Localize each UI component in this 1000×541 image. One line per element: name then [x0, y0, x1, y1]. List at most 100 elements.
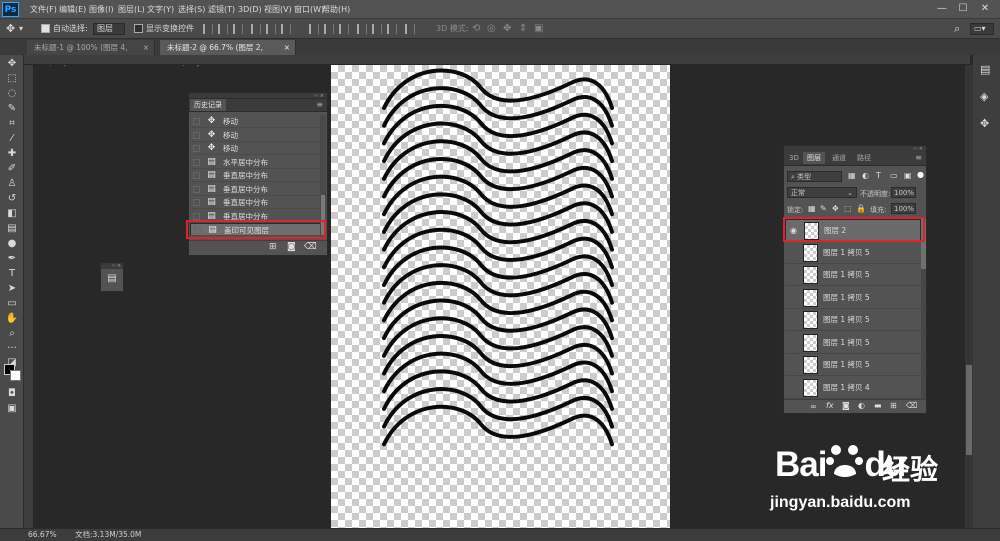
panel-history-icon[interactable]: ▤	[980, 63, 990, 76]
marquee-tool-icon[interactable]: ⬚	[5, 72, 19, 85]
move-tool-icon[interactable]: ✥	[6, 19, 15, 39]
trash-icon[interactable]: ⌫	[304, 242, 317, 252]
menu-3d[interactable]: 3D(D)	[238, 0, 262, 19]
visibility-toggle[interactable]	[789, 339, 798, 347]
layers-scrollbar[interactable]	[921, 219, 926, 399]
layer-row[interactable]: 图层 1 拷贝 5	[785, 264, 921, 286]
panel-menu-icon[interactable]: ≡	[915, 153, 922, 162]
3d-roll-icon[interactable]: ◎	[487, 19, 496, 39]
menu-edit[interactable]: 编辑(E)	[59, 0, 86, 19]
layer-style-icon[interactable]: fx	[826, 401, 834, 410]
3d-rotate-icon[interactable]: ⟲	[472, 19, 480, 39]
clone-stamp-tool-icon[interactable]: ♙	[5, 177, 19, 190]
menu-file[interactable]: 文件(F)	[30, 0, 57, 19]
opacity-input[interactable]: 100%	[891, 187, 916, 198]
panel-adjustments-icon[interactable]: ✥	[980, 117, 989, 130]
filter-shape-icon[interactable]: ▭	[890, 171, 898, 180]
close-window-button[interactable]: ✕	[977, 2, 993, 16]
distribute-vcenter-icon[interactable]	[324, 24, 334, 34]
3d-scale-icon[interactable]: ▣	[534, 19, 543, 39]
layer-row[interactable]: 图层 1 拷贝 4	[785, 377, 921, 399]
layer-row[interactable]: 图层 1 拷贝 5	[785, 242, 921, 264]
search-icon[interactable]: ⌕	[954, 19, 960, 39]
layer-filter-dropdown[interactable]: ⌕ 类型	[787, 171, 842, 182]
history-source-checkbox[interactable]	[193, 185, 200, 193]
filter-type-icon[interactable]: T	[876, 171, 881, 180]
align-hcenter-icon[interactable]	[266, 24, 276, 34]
lock-all-icon[interactable]: 🔒	[856, 204, 866, 213]
history-source-checkbox[interactable]	[193, 172, 200, 179]
new-group-icon[interactable]: ▬	[874, 401, 882, 410]
history-item[interactable]: ▤ 垂直居中分布	[190, 183, 321, 196]
align-right-icon[interactable]	[281, 24, 291, 34]
history-panel-icon[interactable]: ▤	[101, 273, 123, 284]
align-top-icon[interactable]	[203, 24, 213, 34]
distribute-bottom-icon[interactable]	[339, 24, 349, 34]
align-bottom-icon[interactable]	[233, 24, 243, 34]
new-document-from-state-icon[interactable]: ⊞	[269, 242, 277, 252]
visibility-toggle[interactable]	[789, 316, 798, 324]
tab-channels[interactable]: 通道	[828, 152, 850, 164]
chevron-down-icon[interactable]: ▾	[19, 19, 23, 39]
new-layer-icon[interactable]: ⊞	[890, 401, 897, 410]
brush-tool-icon[interactable]: ✐	[5, 162, 19, 175]
dodge-tool-icon[interactable]: ●	[5, 237, 19, 250]
adjustment-layer-icon[interactable]: ◐	[858, 401, 865, 410]
auto-select-checkbox[interactable]	[41, 24, 50, 33]
minimize-button[interactable]: —	[934, 2, 950, 16]
lasso-tool-icon[interactable]: ◌	[5, 87, 19, 100]
panel-menu-icon[interactable]: ≡	[316, 100, 323, 109]
blend-mode-dropdown[interactable]: 正常 ⌄	[787, 187, 857, 198]
layer-row[interactable]: 图层 1 拷贝 5	[785, 309, 921, 331]
visibility-toggle[interactable]	[789, 361, 798, 369]
distribute-hcenter-icon[interactable]	[372, 24, 382, 34]
tab-document-2-close-icon[interactable]: ×	[284, 40, 290, 55]
visibility-toggle[interactable]	[789, 271, 798, 279]
history-source-checkbox[interactable]	[193, 199, 200, 206]
tab-3d[interactable]: 3D	[785, 152, 803, 164]
distribute-top-icon[interactable]	[309, 24, 319, 34]
filter-adjustment-icon[interactable]: ◐	[862, 171, 869, 180]
link-layers-icon[interactable]: ∞	[810, 402, 817, 411]
show-transform-checkbox[interactable]	[134, 24, 143, 33]
menu-help[interactable]: 帮助(H)	[322, 0, 350, 19]
lock-position-icon[interactable]: ✥	[832, 204, 839, 213]
menu-image[interactable]: 图像(I)	[89, 0, 114, 19]
lock-artboard-icon[interactable]: ⬚	[844, 204, 852, 213]
document-canvas[interactable]	[331, 65, 670, 528]
tab-history[interactable]: 历史记录	[190, 99, 226, 111]
quick-mask-icon[interactable]: ◘	[5, 387, 19, 400]
history-item[interactable]: ✥ 移动	[190, 142, 321, 155]
add-mask-icon[interactable]: ◙	[842, 401, 850, 410]
menu-window[interactable]: 窗口(W)	[294, 0, 324, 19]
zoom-level[interactable]: 66.67%	[28, 529, 57, 541]
fill-input[interactable]: 100%	[891, 203, 916, 214]
more-tools-icon[interactable]: ···	[5, 342, 19, 355]
healing-brush-tool-icon[interactable]: ✚	[5, 147, 19, 160]
tab-document-2[interactable]: 未标题-2 @ 66.7% (图层 2, RGB/8#) * ×	[160, 40, 296, 67]
history-item[interactable]: ✥ 移动	[190, 115, 321, 128]
layer-row[interactable]: 图层 1 拷贝 5	[785, 332, 921, 354]
distribute-left-icon[interactable]	[357, 24, 367, 34]
screen-mode-icon[interactable]: ▣	[5, 402, 19, 415]
trash-icon[interactable]: ⌫	[906, 401, 917, 410]
tab-paths[interactable]: 路径	[853, 152, 875, 164]
hand-tool-icon[interactable]: ✋	[5, 312, 19, 325]
eraser-tool-icon[interactable]: ◧	[5, 207, 19, 220]
eyedropper-tool-icon[interactable]: ⁄	[5, 132, 19, 145]
visibility-toggle[interactable]	[789, 294, 798, 302]
3d-slide-icon[interactable]: ⇕	[519, 19, 527, 39]
history-item[interactable]: ▤ 垂直居中分布	[190, 196, 321, 209]
workspace-icon[interactable]: ▭▾	[970, 23, 994, 35]
history-brush-tool-icon[interactable]: ↺	[5, 192, 19, 205]
rectangle-tool-icon[interactable]: ▭	[5, 297, 19, 310]
filter-smart-object-icon[interactable]: ▣	[904, 171, 912, 180]
auto-align-icon[interactable]	[405, 24, 415, 34]
tab-document-1[interactable]: 未标题-1 @ 100% (图层 4, RGB/8#) * ×	[27, 40, 155, 67]
menu-view[interactable]: 视图(V)	[264, 0, 292, 19]
history-item[interactable]: ▤ 水平居中分布	[190, 156, 321, 169]
zoom-tool-icon[interactable]: ⌕	[5, 327, 19, 340]
filter-pixel-icon[interactable]: ▦	[848, 171, 856, 180]
move-tool-icon[interactable]: ✥	[5, 57, 19, 70]
layer-row[interactable]: 图层 1 拷贝 5	[785, 354, 921, 376]
